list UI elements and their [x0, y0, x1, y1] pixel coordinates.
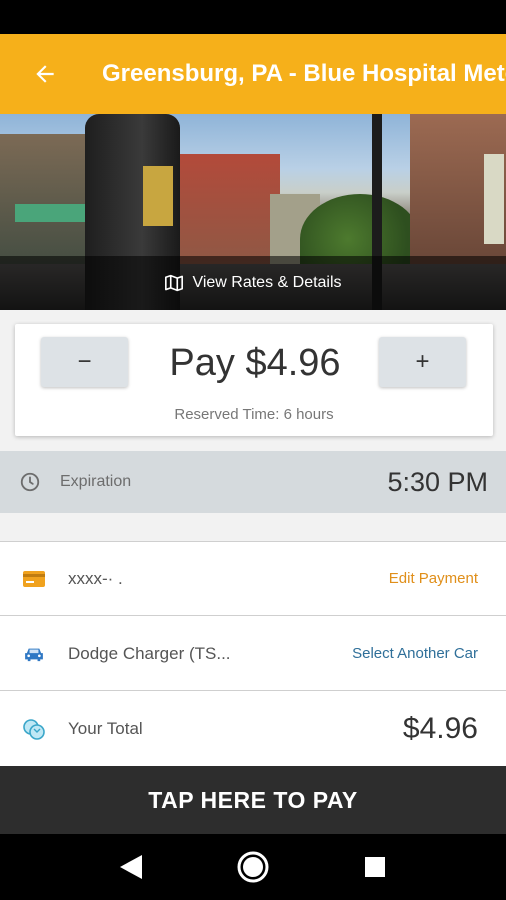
photo-meter-label — [143, 166, 173, 226]
expiration-time: 5:30 PM — [387, 466, 488, 497]
nav-recents-icon[interactable] — [345, 842, 405, 892]
vehicle-row[interactable]: Dodge Charger (TS... Select Another Car — [0, 617, 506, 691]
tap-to-pay-button[interactable]: TAP HERE TO PAY — [0, 766, 506, 834]
nav-home-icon[interactable] — [223, 842, 283, 892]
screen: Greensburg, PA - Blue Hospital Meters Vi… — [0, 0, 506, 900]
pay-amount: Pay $4.96 — [169, 342, 341, 384]
photo-sign — [484, 154, 504, 244]
reserved-time: Reserved Time: 6 hours — [174, 406, 334, 423]
system-nav-bar — [0, 834, 506, 900]
view-rates-button[interactable]: View Rates & Details — [0, 256, 506, 310]
arrow-left-icon[interactable] — [0, 34, 90, 114]
payment-row[interactable]: xxxx-· . Edit Payment — [0, 542, 506, 616]
total-amount: $4.96 — [402, 712, 478, 745]
edit-payment-link[interactable]: Edit Payment — [389, 570, 506, 587]
checkout-list: xxxx-· . Edit Payment Dodge Charger (TS.… — [0, 541, 506, 767]
app-bar: Greensburg, PA - Blue Hospital Meters — [0, 34, 506, 114]
select-car-link[interactable]: Select Another Car — [352, 645, 506, 662]
photo-sign — [15, 204, 85, 222]
view-rates-label: View Rates & Details — [192, 274, 342, 291]
total-row: Your Total $4.96 — [0, 692, 506, 766]
expiration-row: Expiration 5:30 PM — [0, 451, 506, 513]
increase-time-button[interactable]: + — [379, 337, 466, 387]
expiration-label: Expiration — [60, 473, 132, 490]
decrease-time-button[interactable]: − — [41, 337, 128, 387]
credit-card-icon — [0, 570, 68, 587]
location-photo: View Rates & Details — [0, 114, 506, 310]
car-icon — [0, 646, 68, 662]
coins-icon — [0, 718, 68, 740]
status-bar — [0, 0, 506, 34]
vehicle-name: Dodge Charger (TS... — [68, 643, 231, 663]
tap-to-pay-label: TAP HERE TO PAY — [148, 786, 358, 813]
pay-card: − Pay $4.96 + Reserved Time: 6 hours — [15, 324, 493, 436]
page-title: Greensburg, PA - Blue Hospital Meters — [102, 60, 506, 87]
clock-icon — [0, 471, 60, 493]
total-label: Your Total — [68, 719, 143, 738]
nav-back-icon[interactable] — [101, 842, 161, 892]
map-icon — [165, 274, 184, 292]
card-number: xxxx-· . — [68, 568, 123, 588]
